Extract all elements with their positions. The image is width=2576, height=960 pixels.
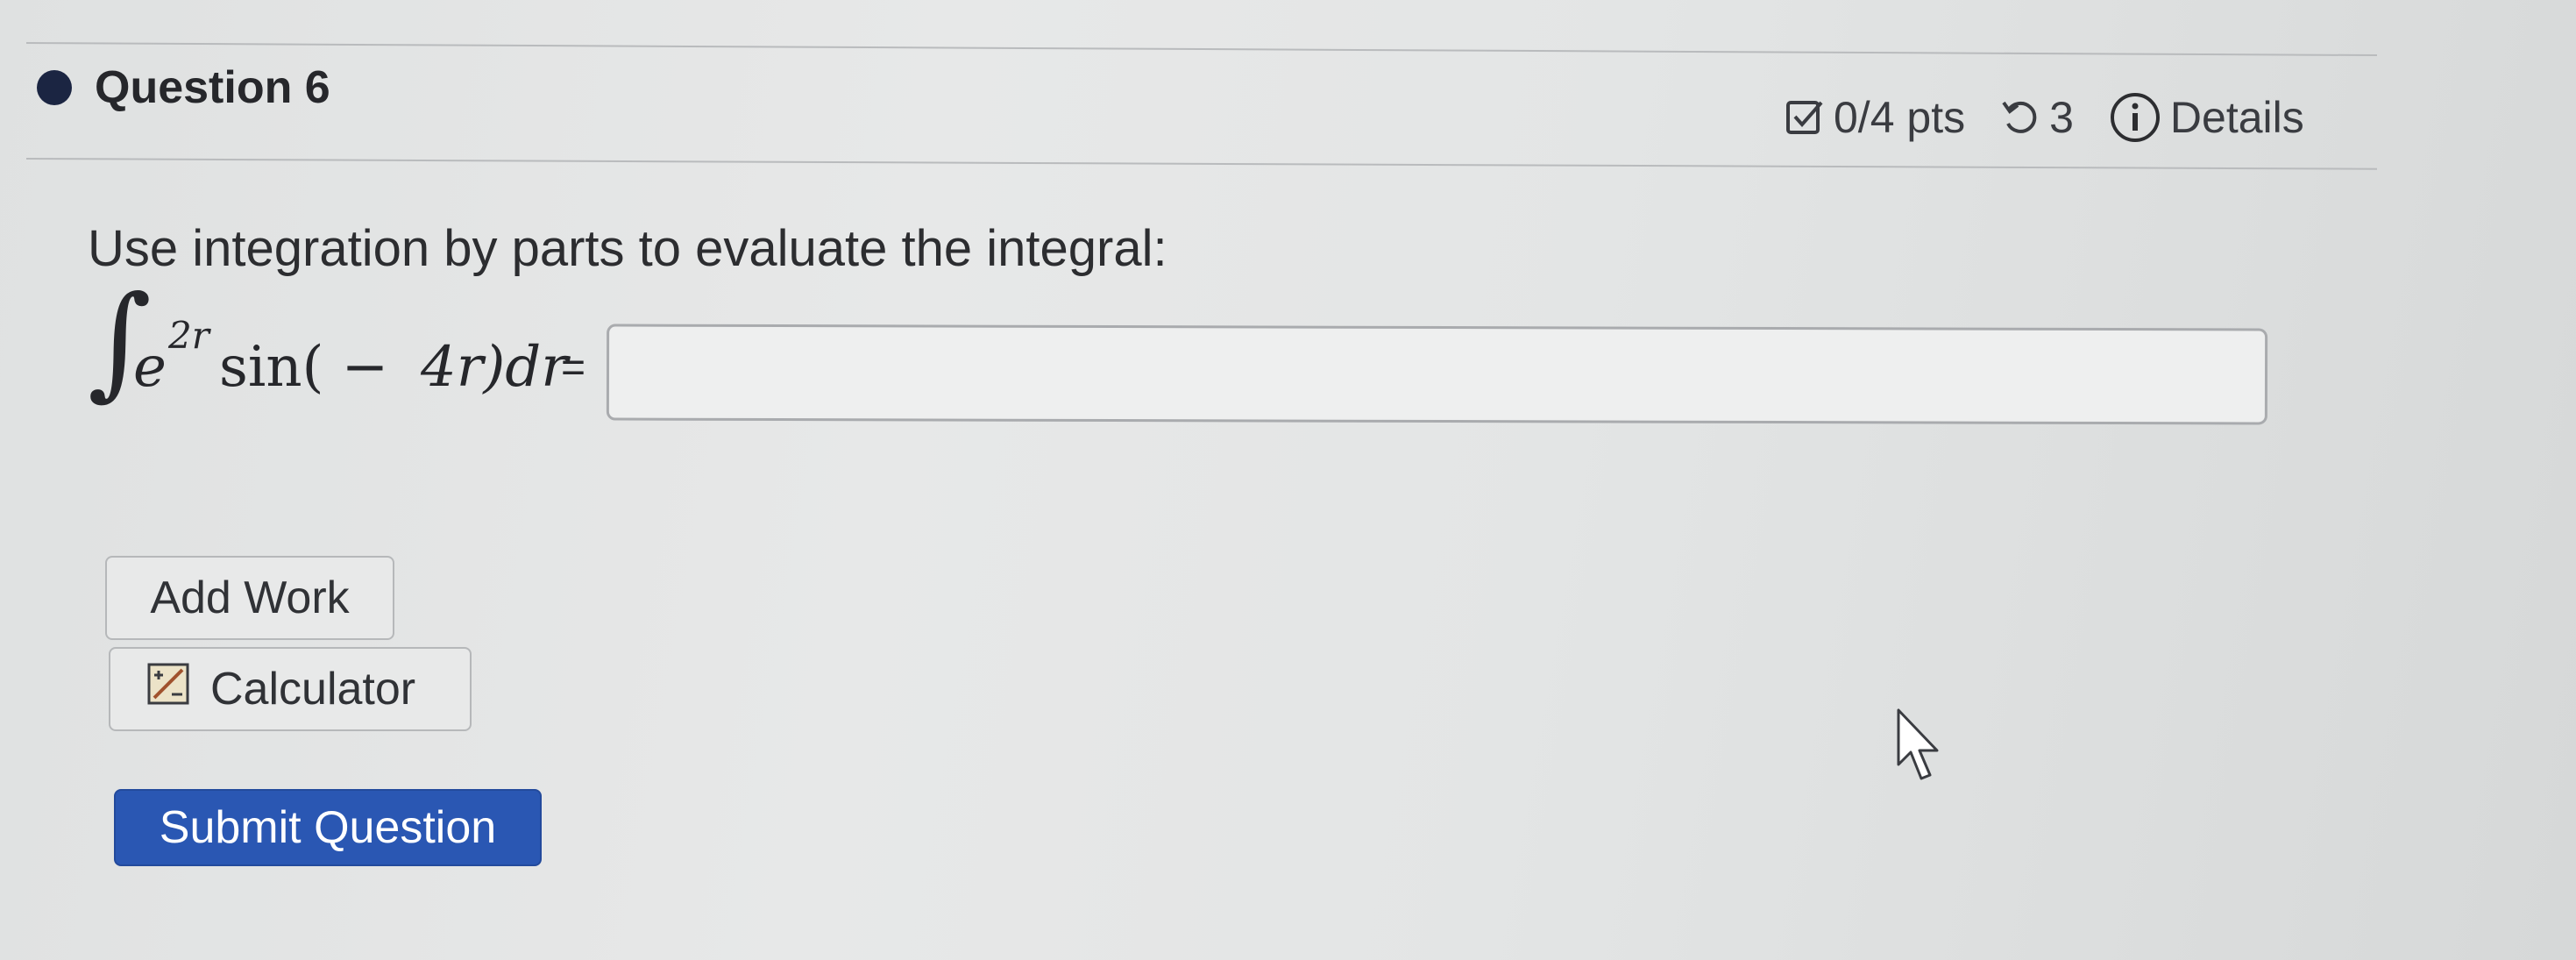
submit-label: Submit Question (159, 802, 497, 853)
points-text: 0/4 pts (1834, 93, 1966, 142)
answer-input[interactable] (606, 324, 2268, 425)
integrand-argument: 4r)dr (421, 335, 568, 400)
top-divider (25, 42, 2377, 57)
calculator-label: Calculator (210, 664, 416, 715)
checkbox-icon (1785, 97, 1825, 138)
attempts-text: 3 (2049, 93, 2074, 142)
mouse-cursor-icon (1895, 707, 1951, 790)
retry-icon (2000, 97, 2040, 138)
question-meta: 0/4 pts 3 Details (1785, 91, 2304, 144)
submit-question-button[interactable]: Submit Question (114, 789, 542, 866)
equals-sign: = (561, 345, 586, 391)
question-status-dot (37, 70, 72, 105)
exponential-base: e (133, 335, 167, 400)
integral-expression: ∫ e 2r sin(− 4r)dr = (88, 281, 614, 430)
add-work-button[interactable]: Add Work (105, 556, 394, 640)
minus-sign: − (341, 335, 389, 400)
exponent: 2r (168, 314, 209, 357)
calculator-button[interactable]: Calculator (109, 647, 472, 731)
info-icon[interactable] (2109, 91, 2161, 144)
function-name: sin(− (219, 335, 389, 400)
header-divider (25, 158, 2377, 170)
question-title: Question 6 (95, 62, 330, 113)
details-link[interactable]: Details (2170, 92, 2304, 143)
add-work-label: Add Work (150, 572, 350, 623)
calculator-icon (145, 661, 191, 718)
question-prompt: Use integration by parts to evaluate the… (88, 220, 1167, 277)
